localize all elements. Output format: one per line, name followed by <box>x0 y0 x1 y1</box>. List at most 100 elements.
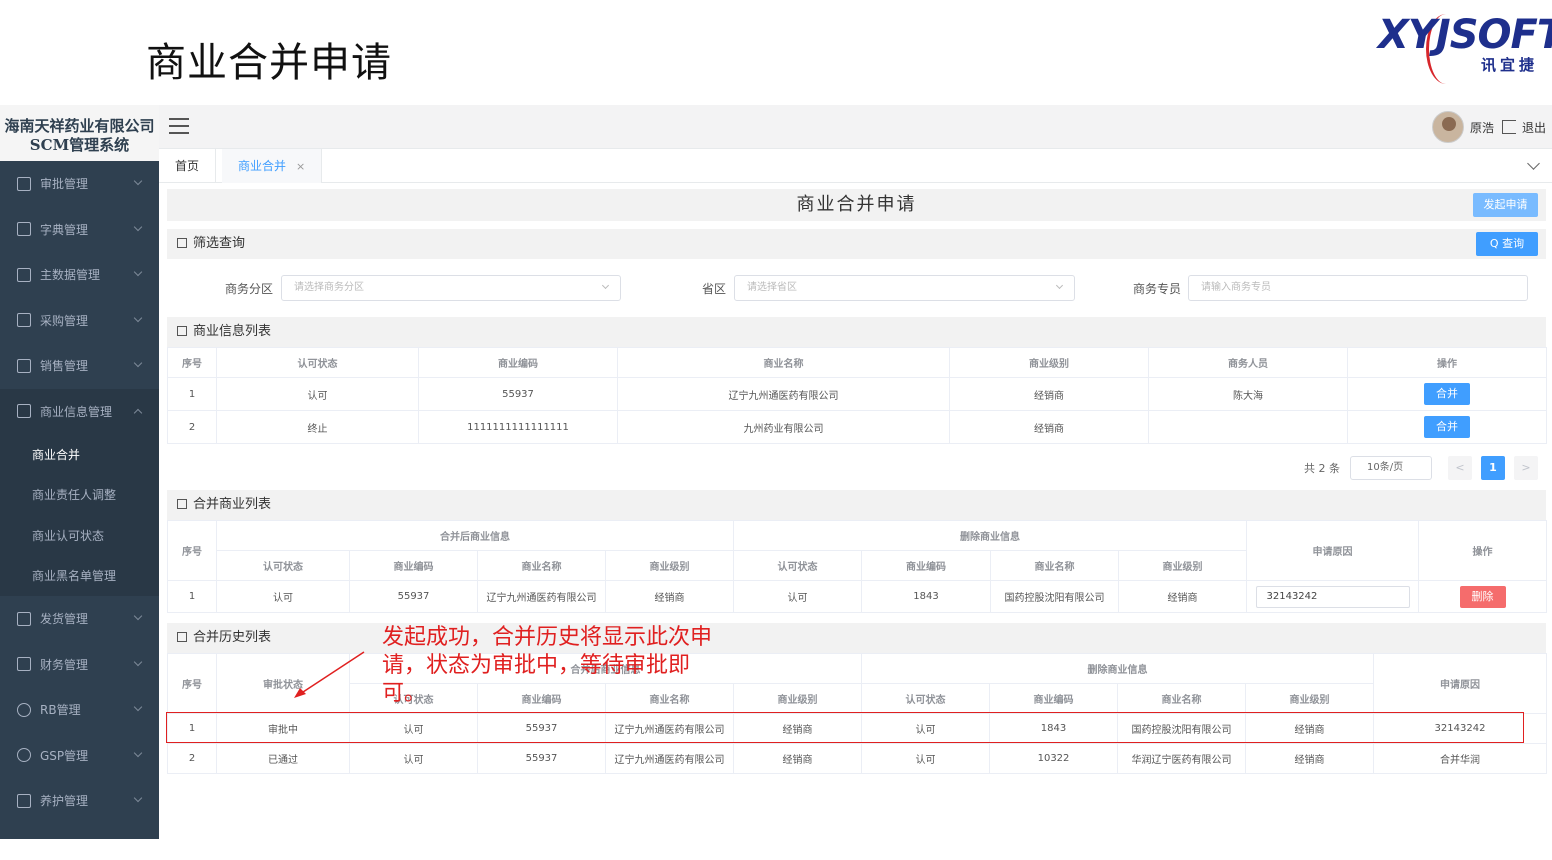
filter-form: 商务分区 请选择商务分区 省区 请选择省区 商务专员 请输入商务专员 <box>167 259 1546 317</box>
sidebar-item-master-data[interactable]: 主数据管理 <box>0 252 159 298</box>
merge-button[interactable]: 合并 <box>1424 416 1470 438</box>
user-area: 原浩 退出 <box>1431 111 1546 143</box>
sidebar-item-label: RB管理 <box>40 703 81 718</box>
pagination: 共 2 条 10条/页 < 1 > <box>167 444 1546 490</box>
file-icon <box>17 793 31 808</box>
table-cell: 1 <box>167 377 217 411</box>
sidebar-item-approval[interactable]: 审批管理 <box>0 161 159 207</box>
table-row: 2 终止 1111111111111111 九州药业有限公司 经销商 合并 <box>167 410 1547 444</box>
gear-icon <box>17 702 31 717</box>
column-group-header: 删除商业信息 <box>861 653 1374 684</box>
sidebar-item-gsp[interactable]: GSP管理 <box>0 733 159 779</box>
prev-page-button[interactable]: < <box>1448 456 1472 480</box>
chevron-down-icon <box>133 702 143 712</box>
column-header: 商业级别 <box>949 347 1149 378</box>
sidebar-item-sales[interactable]: 销售管理 <box>0 343 159 389</box>
pagination-total: 共 2 条 <box>1304 462 1340 475</box>
sidebar-subitem-merge[interactable]: 商业合并 <box>0 434 159 475</box>
sidebar-item-dictionary[interactable]: 字典管理 <box>0 207 159 253</box>
table-cell: 认可 <box>861 743 990 774</box>
sidebar-item-finance[interactable]: 财务管理 <box>0 642 159 688</box>
region-placeholder: 请选择商务分区 <box>294 282 364 293</box>
submit-request-button[interactable]: 发起申请 <box>1473 193 1538 217</box>
column-header: 申请原因 <box>1373 653 1547 714</box>
page-size-select[interactable]: 10条/页 <box>1350 456 1432 480</box>
annotation-arrow-icon <box>294 651 365 698</box>
close-icon[interactable]: × <box>296 160 305 173</box>
user-name[interactable]: 原浩 <box>1470 119 1494 136</box>
menu-toggle-icon[interactable] <box>169 118 189 139</box>
chevron-down-icon[interactable] <box>1527 157 1540 170</box>
logout-link[interactable]: 退出 <box>1522 119 1546 136</box>
table-row: 1 认可 55937 辽宁九州通医药有限公司 经销商 陈大海 合并 <box>167 377 1547 411</box>
sidebar-item-purchase[interactable]: 采购管理 <box>0 298 159 344</box>
history-table: 序号 审批状态 合并后商业信息 删除商业信息 申请原因 认可状态 商业编码 商业… <box>167 653 1547 774</box>
avatar[interactable] <box>1431 111 1464 143</box>
table-cell: 经销商 <box>949 377 1149 411</box>
sidebar-subitem-owner-adjust[interactable]: 商业责任人调整 <box>0 474 159 515</box>
column-header: 商业编码 <box>418 347 618 378</box>
table-cell: 认可 <box>733 580 862 613</box>
table-row: 1 认可 55937 辽宁九州通医药有限公司 经销商 认可 1843 国药控股沈… <box>167 580 1547 613</box>
region-select[interactable]: 请选择商务分区 <box>281 275 621 301</box>
sidebar-subitem-approval-status[interactable]: 商业认可状态 <box>0 515 159 556</box>
table-header-row: 认可状态 商业编码 商业名称 商业级别 认可状态 商业编码 商业名称 商业级别 <box>168 683 1547 714</box>
column-header: 认可状态 <box>216 550 350 581</box>
grid-icon <box>17 176 31 191</box>
sidebar-subitem-blacklist[interactable]: 商业黑名单管理 <box>0 555 159 596</box>
sidebar-item-maintenance[interactable]: 养护管理 <box>0 778 159 824</box>
delete-button[interactable]: 删除 <box>1459 585 1506 608</box>
sidebar-item-label: 主数据管理 <box>40 268 101 283</box>
table-cell: 合并 <box>1347 410 1547 444</box>
sidebar-item-label: 商业信息管理 <box>40 404 113 419</box>
table-cell: 55937 <box>418 377 618 411</box>
table-cell: 陈大海 <box>1148 377 1348 411</box>
column-header: 操作 <box>1347 347 1547 378</box>
table-cell: 55937 <box>477 713 606 744</box>
table-cell: 认可 <box>349 713 478 744</box>
table-cell: 辽宁九州通医药有限公司 <box>477 580 606 613</box>
table-cell: 32143242 <box>1373 713 1547 744</box>
table-cell: 经销商 <box>949 410 1149 444</box>
reason-input[interactable]: 32143242 <box>1255 585 1410 608</box>
tab-home[interactable]: 首页 <box>159 149 217 183</box>
section-title: 筛选查询 <box>193 236 246 251</box>
table-cell: 经销商 <box>1245 713 1374 744</box>
bag-icon <box>17 358 31 373</box>
tab-merge[interactable]: 商业合并 × <box>222 149 323 183</box>
chevron-down-icon <box>133 657 143 666</box>
chevron-down-icon <box>133 313 143 322</box>
column-header: 序号 <box>167 347 217 378</box>
table-cell: 国药控股沈阳有限公司 <box>990 580 1119 613</box>
tab-label: 首页 <box>175 159 200 173</box>
column-header: 序号 <box>167 653 217 714</box>
document-icon <box>17 404 31 419</box>
table-cell: 经销商 <box>1245 743 1374 774</box>
page-number-button[interactable]: 1 <box>1481 456 1505 480</box>
sidebar-item-shipping[interactable]: 发货管理 <box>0 596 159 642</box>
column-header: 认可状态 <box>733 550 862 581</box>
logo-subtitle: 讯宜捷 <box>1480 56 1538 74</box>
column-header: 商业编码 <box>989 683 1118 714</box>
sidebar-item-business-info[interactable]: 商业信息管理 <box>0 388 159 434</box>
table-cell: 1843 <box>861 580 991 613</box>
rep-input[interactable]: 请输入商务专员 <box>1188 275 1528 301</box>
sidebar-item-label: 财务管理 <box>40 657 89 672</box>
logout-icon[interactable] <box>1501 120 1516 134</box>
annotation-text: 发起成功，合并历史将显示此次申请，状态为审批中，等待审批即可。 <box>382 625 713 706</box>
table-cell: 认可 <box>216 377 419 411</box>
table-cell: 终止 <box>216 410 419 444</box>
sidebar: 海南天祥药业有限公司SCM管理系统 审批管理 字典管理 主数据管理 采购管理 销… <box>0 105 159 839</box>
logo-brand: XYJSOFT <box>1378 12 1552 58</box>
query-button[interactable]: Q 查询 <box>1476 232 1538 256</box>
province-select[interactable]: 请选择省区 <box>734 275 1075 301</box>
section-icon <box>177 238 187 248</box>
sidebar-item-label: 发货管理 <box>40 612 89 627</box>
column-header: 商业级别 <box>1118 550 1247 581</box>
next-page-button[interactable]: > <box>1514 456 1538 480</box>
column-header: 商业级别 <box>605 550 734 581</box>
table-cell: 55937 <box>477 743 606 774</box>
merge-button[interactable]: 合并 <box>1424 383 1470 405</box>
sidebar-item-rb[interactable]: RB管理 <box>0 687 159 733</box>
column-header: 认可状态 <box>216 347 419 378</box>
